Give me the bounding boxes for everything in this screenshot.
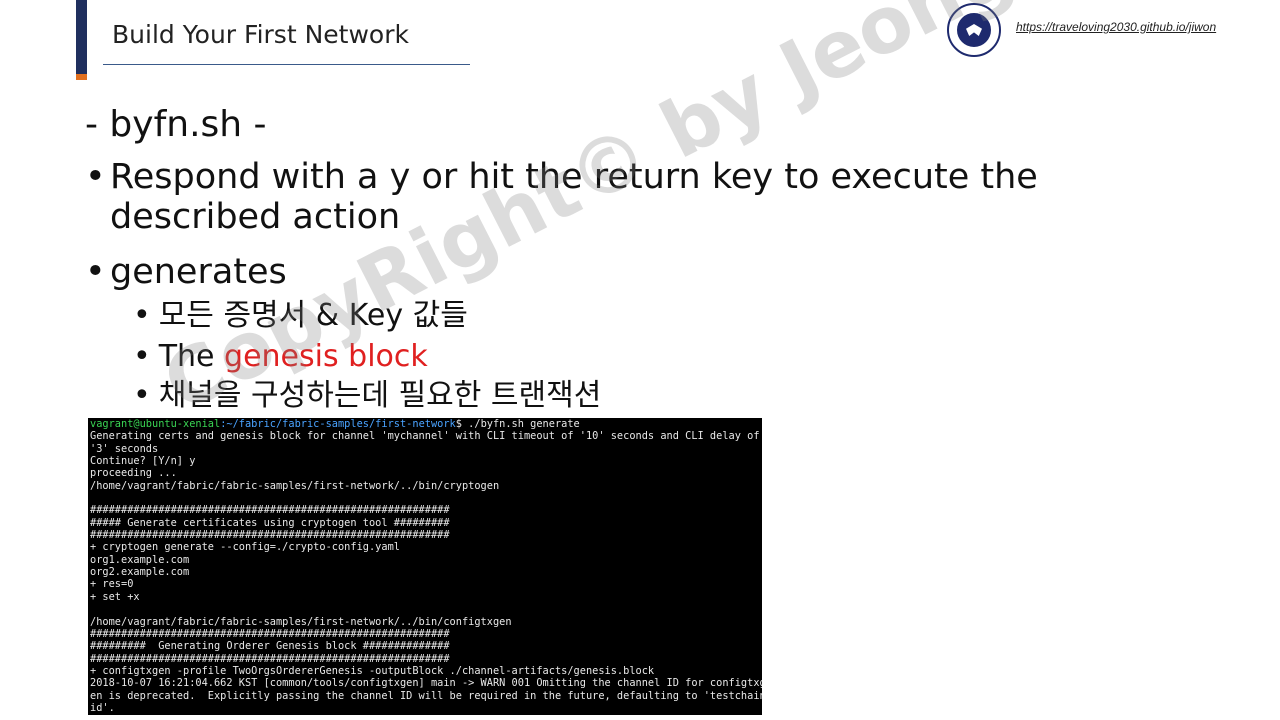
bullet-dot-icon: • [133, 378, 151, 413]
terminal-line: 2018-10-07 16:21:04.662 KST [common/tool… [90, 677, 762, 690]
sub-bullet-certificates-text: 모든 증명서 & Key 값들 [158, 298, 468, 333]
sub-bullet-transactions-text: 채널을 구성하는데 필요한 트랜잭션 [158, 378, 602, 413]
title-accent-bar [76, 0, 87, 80]
terminal-prompt-user: vagrant@ubuntu-xenial [90, 418, 221, 430]
sub-bullet-transactions: • 채널을 구성하는데 필요한 트랜잭션 [133, 378, 601, 414]
terminal-line: org2.example.com [90, 566, 190, 579]
terminal-line: + set +x [90, 590, 140, 603]
bullet-dot-icon: • [85, 252, 106, 292]
terminal-line: org1.example.com [90, 553, 190, 566]
terminal-prompt-line: vagrant@ubuntu-xenial:~/fabric/fabric-sa… [90, 418, 760, 430]
terminal-line: en is deprecated. Explicitly passing the… [90, 689, 762, 702]
site-url-link[interactable]: https://traveloving2030.github.io/jiwon [1016, 20, 1216, 34]
sub-bullet-genesis-prefix: The [158, 339, 225, 374]
bullet-respond: • Respond with a y or hit the return key… [85, 157, 1065, 237]
terminal-line: ########################################… [90, 504, 450, 517]
section-heading: - byfn.sh - [85, 104, 267, 145]
terminal-line: '3' seconds [90, 442, 159, 455]
terminal-line: ########################################… [90, 627, 450, 640]
title-underline [103, 64, 470, 65]
terminal-line: ######### Generating Orderer Genesis blo… [90, 640, 450, 653]
sub-bullet-certificates: • 모든 증명서 & Key 값들 [133, 298, 468, 334]
terminal-line: + res=0 [90, 578, 134, 591]
terminal-line: Continue? [Y/n] y [90, 455, 196, 468]
logo-emblem-icon [955, 11, 993, 49]
terminal-line: ########################################… [90, 529, 450, 542]
terminal-prompt-command: $ ./byfn.sh generate [455, 418, 580, 430]
terminal-line: ########################################… [90, 652, 450, 665]
university-seal-logo [947, 3, 1001, 57]
bullet-dot-icon: • [133, 298, 151, 333]
terminal-line: /home/vagrant/fabric/fabric-samples/firs… [90, 479, 500, 492]
terminal-line: proceeding ... [90, 467, 177, 480]
terminal-screenshot: vagrant@ubuntu-xenial:~/fabric/fabric-sa… [88, 418, 762, 715]
terminal-line: + configtxgen -profile TwoOrgsOrdererGen… [90, 664, 655, 677]
terminal-prompt-path: :~/fabric/fabric-samples/first-network [220, 418, 456, 430]
bullet-generates-text: generates [110, 252, 287, 292]
genesis-block-highlight: genesis block [224, 339, 428, 374]
bullet-dot-icon: • [133, 339, 151, 374]
slide-title: Build Your First Network [112, 20, 409, 49]
terminal-line: + cryptogen generate --config=./crypto-c… [90, 541, 400, 554]
bullet-dot-icon: • [85, 157, 106, 197]
sub-bullet-genesis: • The genesis block [133, 339, 428, 375]
bullet-respond-text: Respond with a y or hit the return key t… [110, 157, 1038, 237]
bullet-generates: • generates [85, 252, 287, 292]
terminal-line: id'. [90, 701, 115, 714]
terminal-line: Generating certs and genesis block for c… [90, 430, 760, 443]
terminal-line: /home/vagrant/fabric/fabric-samples/firs… [90, 615, 512, 628]
terminal-line: ##### Generate certificates using crypto… [90, 516, 450, 529]
